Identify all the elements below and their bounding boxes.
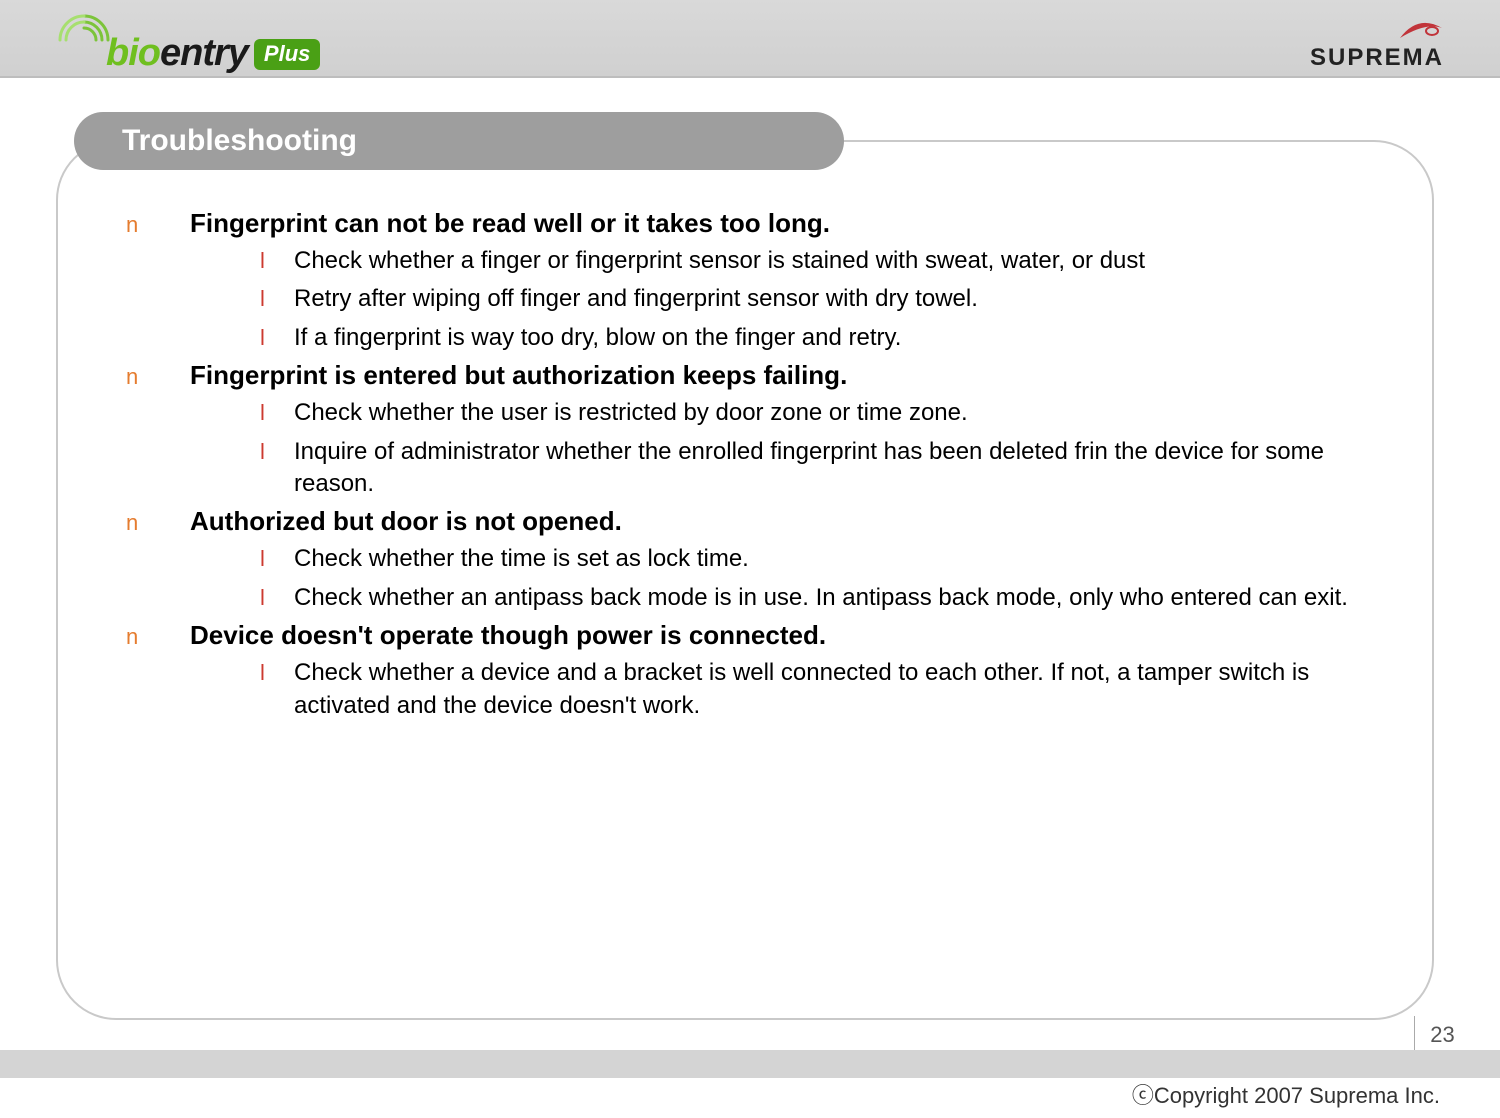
item-text: Retry after wiping off finger and finger…	[294, 283, 978, 315]
item-text: Check whether a finger or fingerprint se…	[294, 245, 1145, 277]
page-number: 23	[1414, 1016, 1460, 1054]
logo-bioentry-plus: bioentry Plus	[54, 4, 320, 75]
list-item: lCheck whether the time is set as lock t…	[260, 543, 1380, 575]
logo-text-plus: Plus	[254, 39, 320, 70]
suprema-swoosh-icon	[1398, 18, 1444, 44]
item-bullet-icon: l	[260, 544, 294, 574]
item-bullet-icon: l	[260, 398, 294, 428]
logo-text-bio: bio	[106, 32, 160, 75]
fingerprint-swirl-icon	[54, 10, 114, 70]
list-item: lInquire of administrator whether the en…	[260, 436, 1380, 501]
list-item: lIf a fingerprint is way too dry, blow o…	[260, 322, 1380, 354]
topic-block: n Device doesn't operate though power is…	[120, 620, 1380, 722]
item-text: If a fingerprint is way too dry, blow on…	[294, 322, 901, 354]
topic-bullet-icon: n	[120, 510, 190, 536]
item-bullet-icon: l	[260, 323, 294, 353]
item-bullet-icon: l	[260, 437, 294, 467]
topic-block: n Authorized but door is not opened. lCh…	[120, 506, 1380, 614]
list-item: lRetry after wiping off finger and finge…	[260, 283, 1380, 315]
item-text: Inquire of administrator whether the enr…	[294, 436, 1354, 501]
topic-heading: Authorized but door is not opened.	[190, 506, 622, 537]
logo-text-entry: entry	[160, 32, 248, 75]
list-item: lCheck whether a device and a bracket is…	[260, 657, 1380, 722]
topic-bullet-icon: n	[120, 212, 190, 238]
content-body: n Fingerprint can not be read well or it…	[120, 208, 1380, 728]
topic-bullet-icon: n	[120, 624, 190, 650]
topic-block: n Fingerprint is entered but authorizati…	[120, 360, 1380, 500]
item-bullet-icon: l	[260, 246, 294, 276]
item-bullet-icon: l	[260, 284, 294, 314]
item-text: Check whether an antipass back mode is i…	[294, 582, 1348, 614]
section-title: Troubleshooting	[122, 124, 357, 158]
item-text: Check whether the time is set as lock ti…	[294, 543, 749, 575]
section-title-pill: Troubleshooting	[74, 112, 844, 170]
topic-heading: Device doesn't operate though power is c…	[190, 620, 826, 651]
list-item: lCheck whether the user is restricted by…	[260, 397, 1380, 429]
item-bullet-icon: l	[260, 583, 294, 613]
logo-suprema: SUPREMA	[1310, 18, 1444, 72]
item-text: Check whether the user is restricted by …	[294, 397, 968, 429]
topic-heading: Fingerprint is entered but authorization…	[190, 360, 847, 391]
footer-bar	[0, 1050, 1500, 1078]
topic-bullet-icon: n	[120, 364, 190, 390]
copyright-text: ⓒCopyright 2007 Suprema Inc.	[1132, 1078, 1440, 1110]
topic-block: n Fingerprint can not be read well or it…	[120, 208, 1380, 354]
list-item: lCheck whether an antipass back mode is …	[260, 582, 1380, 614]
topic-heading: Fingerprint can not be read well or it t…	[190, 208, 830, 239]
list-item: lCheck whether a finger or fingerprint s…	[260, 245, 1380, 277]
logo-suprema-text: SUPREMA	[1310, 44, 1444, 72]
item-text: Check whether a device and a bracket is …	[294, 657, 1354, 722]
item-bullet-icon: l	[260, 658, 294, 688]
